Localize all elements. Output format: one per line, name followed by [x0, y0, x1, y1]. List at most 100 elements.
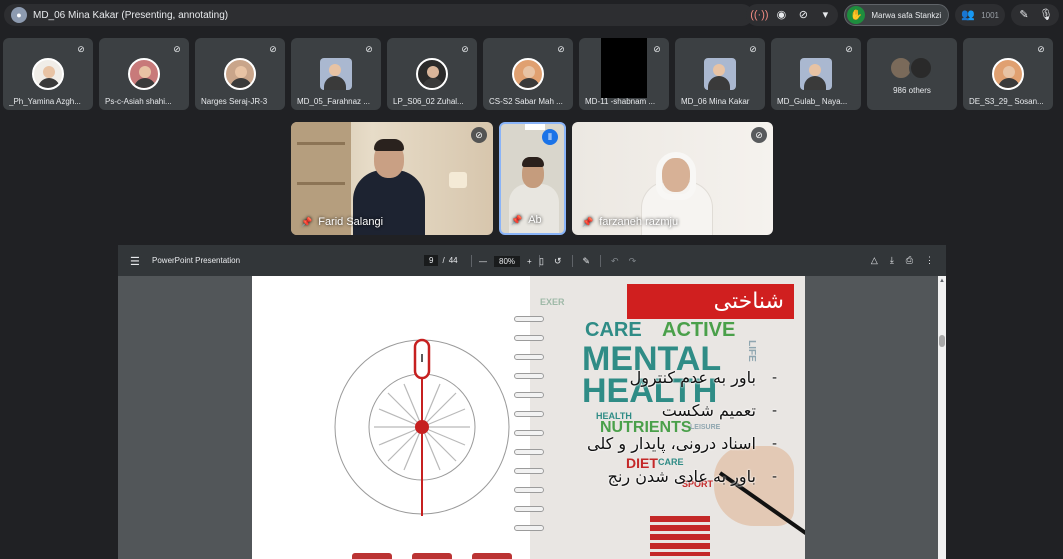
zoom-controls: — 80% + — [471, 255, 540, 267]
scroll-up-icon[interactable]: ▲ — [939, 278, 945, 284]
mic-off-icon: ⊘ — [461, 43, 469, 54]
ring — [514, 354, 544, 360]
mic-off-icon: ⊘ — [653, 43, 661, 54]
slide-left-panel — [252, 276, 530, 559]
background-lamp — [449, 172, 467, 188]
participant-video — [601, 38, 647, 98]
person-hair — [522, 157, 544, 167]
mic-off-icon: ⊘ — [173, 43, 181, 54]
speaking-icon: ⦀ — [542, 129, 558, 145]
drive-icon[interactable]: △ — [871, 255, 878, 266]
more-icon[interactable]: ⋮ — [925, 255, 934, 266]
participant-strip: ⊘ _Ph_Yamina Azgh... ⊘ Ps-c-Asiah shahi.… — [3, 38, 1053, 110]
zoom-in-icon[interactable]: + — [527, 257, 532, 266]
total-pages: 44 — [448, 256, 458, 265]
pen-icon[interactable]: ✎ — [1017, 8, 1031, 22]
divider — [571, 255, 573, 267]
page-input[interactable]: 9 — [424, 255, 439, 266]
avatar — [224, 58, 256, 90]
print-icon[interactable]: ⎙ — [906, 255, 913, 266]
zoom-input[interactable]: 80% — [494, 255, 521, 267]
participant-tile[interactable]: ⊘ Narges Seraj-JR-3 — [195, 38, 285, 110]
avatar — [512, 58, 544, 90]
wordcloud-word: LIFE — [745, 340, 757, 362]
slide-bullet: - باور به عادی شدن رنج — [608, 467, 777, 486]
slide-bottom-strip — [352, 553, 532, 559]
bullet-marker: - — [771, 468, 777, 485]
video-tile-farzaneh[interactable]: ⊘ 📌 farzaneh razmju — [572, 122, 773, 235]
video-label: 📌 farzaneh razmju — [582, 216, 678, 228]
menu-icon[interactable]: ☰ — [130, 255, 140, 268]
video-tile-farid[interactable]: ⊘ 📌 Farid Salangi — [291, 122, 493, 235]
redo-icon[interactable]: ↷ — [629, 256, 637, 267]
fit-page-icon[interactable]: ▯ — [539, 256, 544, 267]
slide-bullet: - باور به عدم کنترول — [630, 368, 777, 387]
presentation-controls: ((·)) ◉ ⊘ ▾ — [746, 4, 839, 26]
bullet-text: باور به عدم کنترول — [629, 368, 756, 387]
ring — [514, 506, 544, 512]
rotate-icon[interactable]: ↺ — [554, 256, 562, 267]
raised-hand-icon: ✋ — [847, 6, 866, 24]
mic-off-icon: ⊘ — [471, 127, 487, 143]
wordcloud-word: EXER — [540, 297, 565, 307]
eye-icon[interactable]: ◉ — [774, 8, 788, 22]
slide-title-box: شناختی — [627, 284, 794, 319]
bullet-text: اسناد درونی، پایدار و کلی — [587, 434, 756, 453]
participant-name: DE_S3_29_ Sosan... — [969, 97, 1044, 106]
mic-off-icon: ⊘ — [1037, 43, 1045, 54]
ring — [514, 411, 544, 417]
participant-name: LP_S06_02 Zuhal... — [393, 97, 464, 106]
page-separator: / — [442, 256, 445, 265]
scrollbar[interactable] — [938, 276, 946, 559]
avatar — [128, 58, 160, 90]
download-icon[interactable]: ⤓ — [890, 255, 894, 266]
zoom-out-icon[interactable]: — — [479, 257, 487, 266]
person-head — [662, 158, 690, 192]
participant-tile[interactable]: ⊘ Ps-c-Asiah shahi... — [99, 38, 189, 110]
participant-tile[interactable]: ⊘ LP_S06_02 Zuhal... — [387, 38, 477, 110]
participant-name: MD_06 Mina Kakar — [681, 97, 750, 106]
slide-title: شناختی — [713, 289, 784, 314]
participant-tile[interactable]: ⊘ DE_S3_29_ Sosan... — [963, 38, 1053, 110]
participant-tile[interactable]: ⊘ MD_06 Mina Kakar — [675, 38, 765, 110]
participant-tile[interactable]: ⊘ MD-11 -shabnam ... — [579, 38, 669, 110]
slide-bullet: - اسناد درونی، پایدار و کلی — [587, 434, 777, 453]
person-body — [509, 184, 559, 233]
wordcloud-word: CARE — [658, 457, 684, 467]
broadcast-icon[interactable]: ((·)) — [750, 8, 768, 22]
undo-icon[interactable]: ↶ — [611, 256, 619, 267]
scroll-thumb[interactable] — [939, 335, 945, 347]
participant-name: _Ph_Yamina Azgh... — [9, 97, 81, 106]
pin-icon[interactable]: 📌 — [301, 217, 312, 228]
side-controls: ✎ 🎙 — [1011, 4, 1059, 26]
presentation-viewer: ☰ PowerPoint Presentation 9 / 44 — 80% +… — [118, 245, 946, 559]
raised-hand-name: Marwa safa Stankzi — [871, 10, 942, 20]
chevron-down-icon[interactable]: ▾ — [818, 8, 832, 22]
hide-video-icon[interactable]: ⊘ — [796, 8, 810, 22]
avatar — [909, 56, 933, 80]
slide-bullet: - تعمیم شکست — [662, 401, 777, 420]
page-indicator: 9 / 44 — [424, 255, 458, 266]
pin-icon[interactable]: 📌 — [582, 217, 593, 228]
strip-segment — [472, 553, 512, 559]
raised-hand-pill[interactable]: ✋ Marwa safa Stankzi — [844, 4, 950, 26]
draw-icon[interactable]: ✎ — [583, 256, 591, 267]
video-label: 📌 Farid Salangi — [301, 216, 383, 228]
video-tile-ab[interactable]: ⦀ 📌 Ab — [499, 122, 566, 235]
mic-off-icon[interactable]: 🎙 — [1039, 8, 1053, 22]
participant-tile[interactable]: ⊘ MD_Gulab_ Naya... — [771, 38, 861, 110]
bullet-marker: - — [771, 402, 777, 419]
others-tile[interactable]: 986 others — [867, 38, 957, 110]
presenter-avatar: ● — [11, 7, 27, 23]
participant-tile[interactable]: ⊘ CS-S2 Sabar Mah ... — [483, 38, 573, 110]
avatar — [992, 58, 1024, 90]
participant-tile[interactable]: ⊘ _Ph_Yamina Azgh... — [3, 38, 93, 110]
pin-icon[interactable]: 📌 — [511, 215, 522, 226]
participant-name: MD-11 -shabnam ... — [585, 97, 656, 106]
people-button[interactable]: 👥 1001 — [955, 4, 1005, 26]
ring — [514, 373, 544, 379]
presenter-label: MD_06 Mina Kakar (Presenting, annotating… — [33, 9, 229, 21]
presenter-banner: ● MD_06 Mina Kakar (Presenting, annotati… — [4, 4, 753, 26]
participant-tile[interactable]: ⊘ MD_05_Farahnaz ... — [291, 38, 381, 110]
document-canvas: EXER CARE ACTIVE MENTAL LIFE HEALTH HEAL… — [118, 276, 946, 559]
